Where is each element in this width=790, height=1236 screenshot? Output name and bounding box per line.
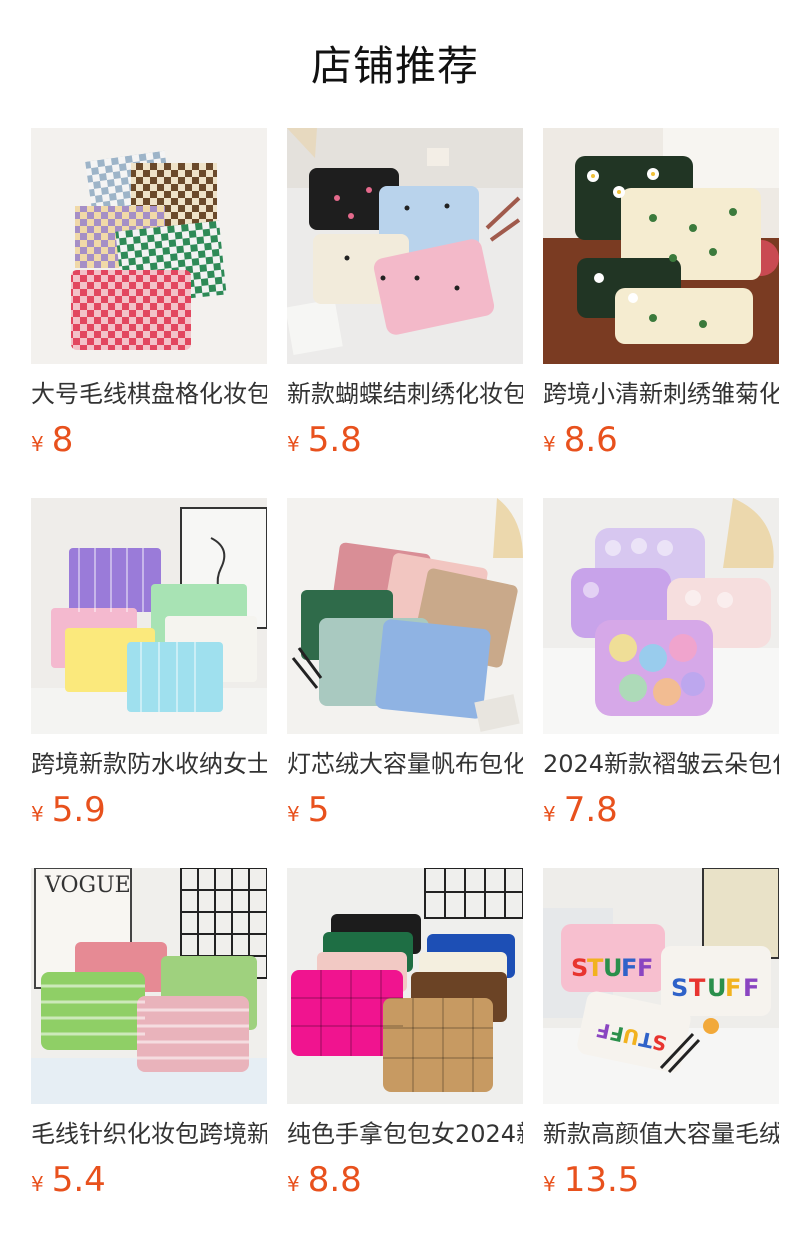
svg-text:T: T <box>689 974 706 1002</box>
svg-text:T: T <box>587 954 604 982</box>
product-price: ¥13.5 <box>543 1160 640 1200</box>
product-name[interactable]: 新款蝴蝶结刺绣化妆包 <box>287 377 523 411</box>
product-image[interactable] <box>31 128 267 364</box>
product-name[interactable]: 毛线针织化妆包跨境新款 <box>31 1117 267 1151</box>
svg-text:F: F <box>637 954 653 982</box>
product-name[interactable]: 跨境新款防水收纳女士化妆包 <box>31 747 267 781</box>
product-name[interactable]: 新款高颜值大容量毛绒化妆包 <box>543 1117 779 1151</box>
product-image[interactable]: S T U F F S T U F F S T U F F <box>543 868 779 1104</box>
product-name[interactable]: 跨境小清新刺绣雏菊化妆包 <box>543 377 779 411</box>
svg-text:F: F <box>621 954 637 982</box>
svg-text:S: S <box>671 974 688 1002</box>
product-image[interactable] <box>287 498 523 734</box>
product-price: ¥5.8 <box>287 420 362 460</box>
product-image[interactable] <box>287 128 523 364</box>
svg-text:F: F <box>743 974 759 1002</box>
svg-text:F: F <box>725 974 741 1002</box>
product-name[interactable]: 灯芯绒大容量帆布包化妆包 <box>287 747 523 781</box>
product-name[interactable]: 大号毛线棋盘格化妆包 <box>31 377 267 411</box>
product-image[interactable] <box>543 498 779 734</box>
product-image[interactable]: VOGUE <box>31 868 267 1104</box>
svg-text:S: S <box>571 954 588 982</box>
product-price: ¥8.8 <box>287 1160 362 1200</box>
product-price: ¥5 <box>287 790 330 830</box>
product-price: ¥8.6 <box>543 420 618 460</box>
product-price: ¥7.8 <box>543 790 618 830</box>
svg-text:U: U <box>707 974 727 1002</box>
product-name[interactable]: 纯色手拿包包女2024新款 <box>287 1117 523 1151</box>
product-image[interactable] <box>31 498 267 734</box>
product-price: ¥5.4 <box>31 1160 106 1200</box>
section-title: 店铺推荐 <box>311 42 479 90</box>
product-image[interactable] <box>287 868 523 1104</box>
svg-text:VOGUE: VOGUE <box>44 873 131 898</box>
product-name[interactable]: 2024新款褶皱云朵包化妆包 <box>543 747 779 781</box>
product-price: ¥8 <box>31 420 74 460</box>
product-image[interactable] <box>543 128 779 364</box>
product-price: ¥5.9 <box>31 790 106 830</box>
product-grid: 大号毛线棋盘格化妆包 ¥8 新款蝴蝶结刺绣化妆包 ¥5.8 跨境小清新刺绣雏菊化… <box>31 128 790 1228</box>
svg-text:U: U <box>603 954 623 982</box>
